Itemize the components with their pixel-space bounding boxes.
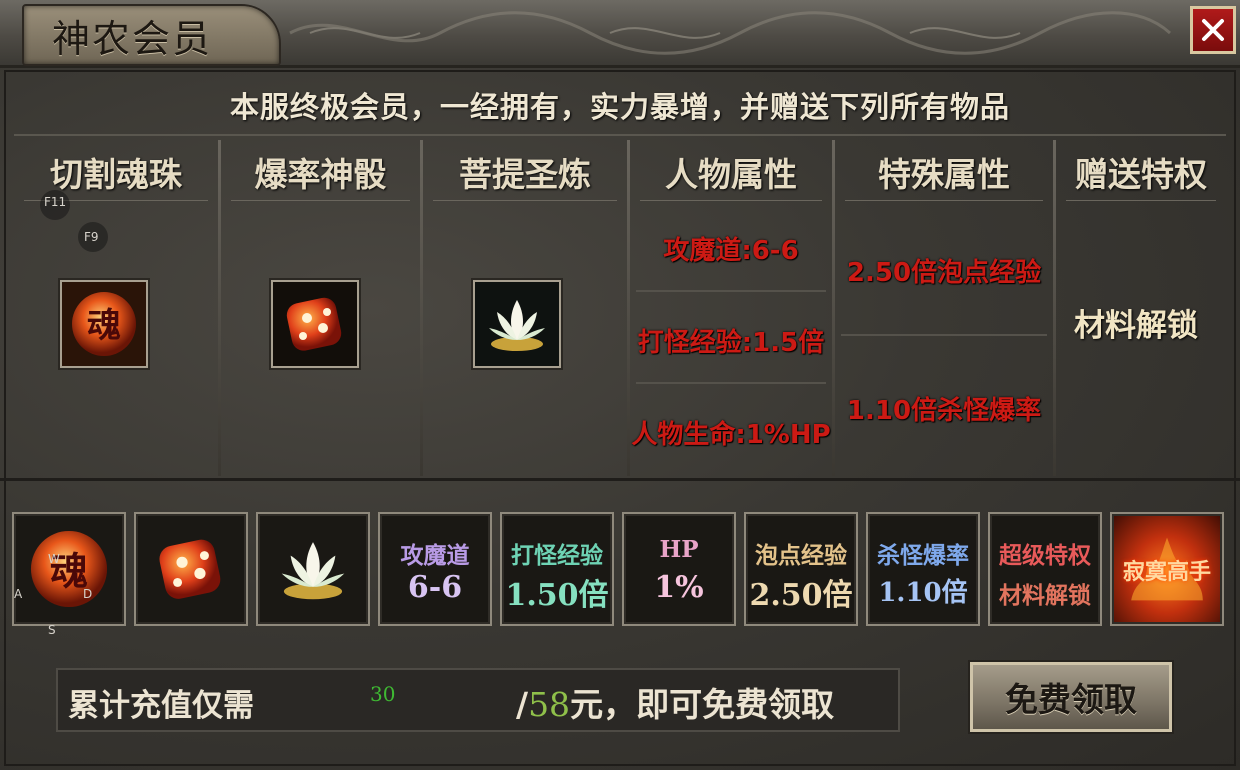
soul-orb-icon: 魂	[30, 530, 108, 608]
requirement-label: 累计充值仅需	[68, 688, 254, 724]
slot-title: 泡点经验	[755, 542, 847, 569]
soul-orb-icon: 魂	[62, 282, 146, 366]
hotkey-f9-label: F9	[84, 230, 99, 244]
slot-hp[interactable]: HP 1%	[622, 512, 736, 626]
dice-item[interactable]	[271, 280, 359, 368]
slot-soul-orb[interactable]: 魂	[12, 512, 126, 626]
slot-value: 6-6	[407, 570, 463, 605]
column-header: 切割魂珠	[50, 155, 182, 194]
window-title: 神农会员	[52, 17, 213, 61]
attribute-kill-exp: 打怪经验:1.5倍	[637, 328, 825, 358]
cell-divider	[841, 334, 1047, 336]
hotkey-d-label: D	[83, 587, 93, 601]
attribute-magic-damage: 攻魔道:6-6	[663, 236, 799, 266]
hotkey-s-label: S	[48, 623, 56, 637]
slot-title: 攻魔道	[400, 542, 470, 569]
slot-value: 1.50倍	[505, 578, 609, 613]
slot-idle-exp[interactable]: 泡点经验 2.50倍	[744, 512, 858, 626]
slot-lotus[interactable]	[256, 512, 370, 626]
slot-title: 打怪经验	[511, 542, 603, 569]
claim-free-button[interactable]: 免费领取	[970, 662, 1172, 732]
slot-value: 1.10倍	[878, 578, 968, 608]
cell-divider	[636, 290, 826, 292]
attribute-hp: 人物生命:1%HP	[631, 420, 831, 450]
header-ornament	[289, 11, 1172, 55]
column-privileges: 赠送特权 材料解锁	[1056, 140, 1226, 476]
hotkey-w-label: W	[48, 552, 60, 566]
column-header: 赠送特权	[1075, 155, 1207, 194]
claim-button-label: 免费领取	[1005, 680, 1137, 719]
attribute-idle-exp: 2.50倍泡点经验	[846, 258, 1042, 288]
lotus-item[interactable]	[473, 280, 561, 368]
close-icon	[1202, 19, 1224, 41]
column-soul-orb: 切割魂珠 F11 F9 魂	[14, 140, 218, 476]
column-header: 特殊属性	[878, 155, 1010, 194]
requirement-bar: 累计充值仅需 30 /58元，即可免费领取	[56, 668, 900, 732]
slot-title: 杀怪爆率	[877, 542, 969, 569]
column-lotus: 菩提圣炼	[423, 140, 627, 476]
requirement-suffix: 元，即可免费领取	[570, 685, 835, 724]
slot-drop-rate[interactable]: 杀怪爆率 1.10倍	[866, 512, 980, 626]
hotkey-f11-label: F11	[44, 195, 67, 209]
column-dice: 爆率神骰	[221, 140, 420, 476]
close-button[interactable]	[1190, 6, 1236, 54]
current-recharge: 30	[370, 682, 396, 706]
slot-magic-damage[interactable]: 攻魔道 6-6	[378, 512, 492, 626]
slot-title: HP	[659, 536, 699, 563]
column-header: 爆率神骰	[254, 155, 387, 194]
column-special-attributes: 特殊属性 2.50倍泡点经验 1.10倍杀怪爆率	[835, 140, 1053, 476]
slot-title: 超级特权	[999, 542, 1091, 569]
slot-value: 材料解锁	[999, 582, 1091, 609]
required-amount: 58	[528, 685, 571, 724]
column-character-attributes: 人物属性 攻魔道:6-6 打怪经验:1.5倍 人物生命:1%HP	[630, 140, 832, 476]
slot-title-badge[interactable]: 寂寞高手	[1110, 512, 1224, 626]
window-header[interactable]: 神农会员	[0, 0, 1240, 68]
slash-text: /	[516, 685, 529, 724]
column-header: 菩提圣炼	[459, 155, 591, 194]
slot-value: 2.50倍	[749, 578, 853, 613]
privilege-material-unlock: 材料解锁	[1074, 308, 1198, 344]
lotus-icon	[475, 282, 559, 366]
hotkey-a-label: A	[14, 587, 23, 601]
soul-orb-item[interactable]: 魂	[60, 280, 148, 368]
header-underline	[845, 200, 1043, 201]
slot-super-privilege[interactable]: 超级特权 材料解锁	[988, 512, 1102, 626]
cell-divider	[636, 382, 826, 384]
title-badge-text: 寂寞高手	[1122, 559, 1211, 585]
slogan-text: 本服终极会员，一经拥有，实力暴增，并赠送下列所有物品	[229, 90, 1010, 124]
slogan-divider	[14, 134, 1226, 136]
dice-icon	[159, 539, 221, 599]
dice-icon	[273, 282, 357, 366]
vip-panel: 神农会员 本服终极会员，一经拥有，实力暴增，并赠送下列所有物品 切割魂珠 F11…	[0, 0, 1240, 770]
svg-text:魂: 魂	[87, 306, 121, 346]
requirement-total: /58元，即可免费领取	[516, 678, 834, 726]
header-underline	[1066, 200, 1216, 201]
lotus-icon	[281, 542, 345, 600]
section-divider	[0, 478, 1240, 481]
slot-value: 1%	[654, 570, 704, 605]
slot-dice[interactable]	[134, 512, 248, 626]
header-underline	[231, 200, 410, 201]
slot-kill-exp[interactable]: 打怪经验 1.50倍	[500, 512, 614, 626]
column-header: 人物属性	[665, 155, 797, 194]
header-underline	[640, 200, 822, 201]
attribute-drop-rate: 1.10倍杀怪爆率	[846, 396, 1042, 426]
header-underline	[433, 200, 617, 201]
